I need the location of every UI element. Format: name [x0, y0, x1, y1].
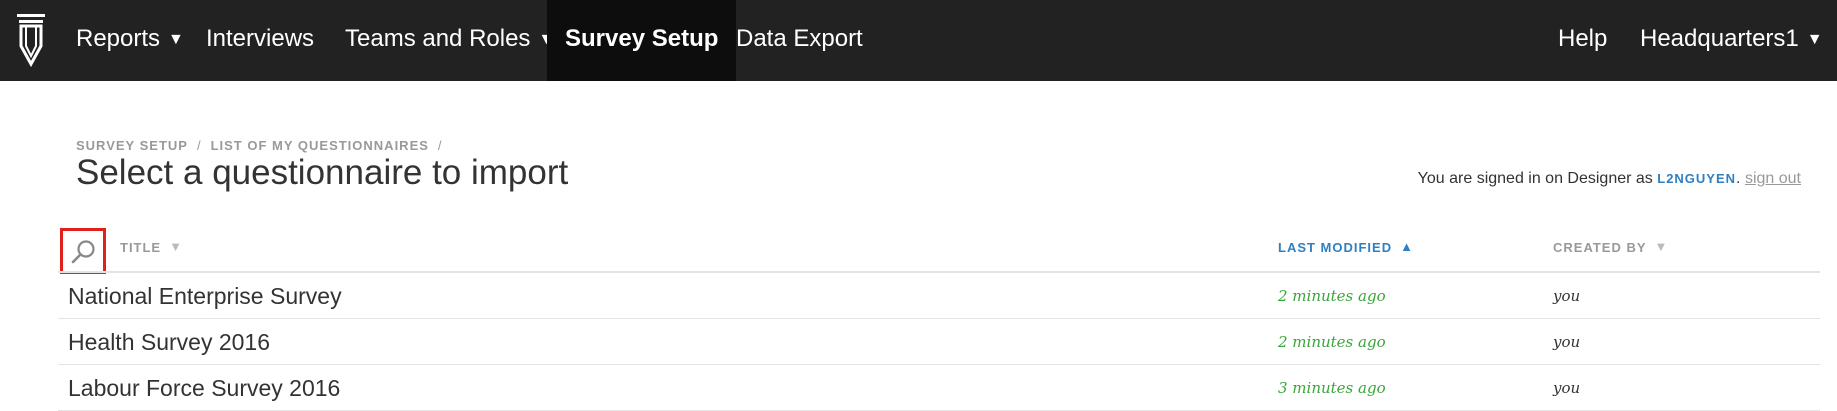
table-row[interactable]: National Enterprise Survey 2 minutes ago… [58, 273, 1820, 319]
nav-survey-setup[interactable]: Survey Setup [547, 0, 737, 81]
page-title: Select a questionnaire to import [76, 153, 569, 192]
nav-data-export-label: Data Export [736, 25, 863, 52]
sort-down-icon: ▼ [169, 239, 183, 254]
nav-help[interactable]: Help [1558, 0, 1607, 81]
nav-survey-setup-label: Survey Setup [565, 25, 719, 52]
signin-username: L2NGUYEN [1657, 171, 1737, 186]
signin-punct: . [1736, 170, 1741, 187]
questionnaire-title-link[interactable]: Labour Force Survey 2016 [68, 375, 340, 402]
search-icon [71, 240, 95, 264]
breadcrumb: Survey Setup / List of my questionnaires / [76, 138, 452, 153]
pen-nib-logo-icon[interactable] [14, 12, 48, 68]
nav-user-menu[interactable]: Headquarters1 ▼ [1640, 0, 1823, 81]
column-header-created-by-label: Created By [1553, 240, 1647, 255]
column-header-title-label: Title [120, 240, 162, 255]
search-button[interactable] [60, 228, 106, 274]
nav-user-menu-label: Headquarters1 [1640, 25, 1799, 52]
questionnaire-title-link[interactable]: Health Survey 2016 [68, 329, 270, 356]
column-header-created-by[interactable]: Created By ▼ [1553, 239, 1669, 255]
questionnaire-title-link[interactable]: National Enterprise Survey [68, 283, 342, 310]
top-navbar: Reports▼ Interviews Teams and Roles▼ Sur… [0, 0, 1837, 81]
column-header-last-modified-label: Last Modified [1278, 240, 1393, 255]
created-by-cell: you [1553, 333, 1581, 351]
signin-status: You are signed in on Designer as L2NGUYE… [1418, 170, 1801, 188]
questionnaire-table: National Enterprise Survey 2 minutes ago… [58, 271, 1820, 411]
chevron-down-icon: ▼ [168, 31, 184, 48]
breadcrumb-survey-setup[interactable]: Survey Setup [76, 138, 188, 153]
sort-up-icon: ▲ [1400, 239, 1414, 254]
sign-out-link[interactable]: sign out [1745, 170, 1801, 187]
nav-data-export[interactable]: Data Export [736, 0, 863, 81]
table-row[interactable]: Health Survey 2016 2 minutes ago you [58, 319, 1820, 365]
breadcrumb-list-of-questionnaires[interactable]: List of my questionnaires [211, 138, 429, 153]
last-modified-cell: 2 minutes ago [1278, 287, 1386, 305]
nav-interviews-label: Interviews [206, 25, 315, 52]
created-by-cell: you [1553, 287, 1581, 305]
nav-help-label: Help [1558, 25, 1608, 52]
last-modified-cell: 2 minutes ago [1278, 333, 1386, 351]
signin-prefix: You are signed in on Designer as [1417, 170, 1653, 187]
last-modified-cell: 3 minutes ago [1278, 379, 1386, 397]
table-row[interactable]: Labour Force Survey 2016 3 minutes ago y… [58, 365, 1820, 411]
nav-teams-and-roles[interactable]: Teams and Roles▼ [345, 0, 554, 81]
nav-interviews[interactable]: Interviews [206, 0, 314, 81]
chevron-down-icon: ▼ [1806, 31, 1823, 48]
nav-reports[interactable]: Reports ▼ [76, 0, 184, 81]
column-header-title[interactable]: Title ▼ [120, 239, 183, 255]
breadcrumb-separator: / [437, 138, 443, 153]
created-by-cell: you [1553, 379, 1581, 397]
breadcrumb-separator: / [196, 138, 202, 153]
nav-teams-and-roles-label: Teams and Roles [345, 25, 531, 52]
column-header-last-modified[interactable]: Last Modified ▲ [1278, 239, 1414, 255]
nav-reports-label: Reports [76, 25, 161, 52]
sort-down-icon: ▼ [1654, 239, 1669, 254]
